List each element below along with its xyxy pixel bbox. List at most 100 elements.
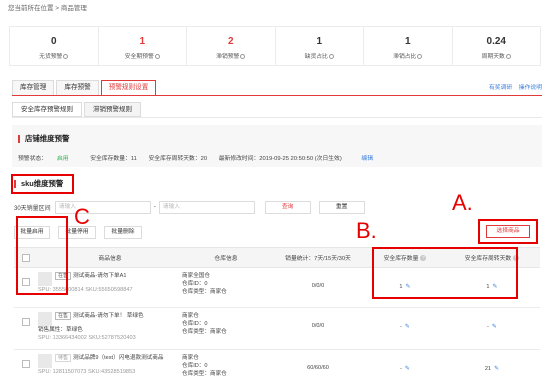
select-goods-button[interactable]: 选择商品 [486, 225, 530, 238]
status-tag: 待售 [55, 354, 72, 362]
warehouse-type: 仓库类型：商家仓 [182, 329, 227, 335]
search-button[interactable]: 查询 [264, 200, 311, 214]
sales-from-input[interactable]: 请输入 [54, 200, 151, 214]
stat-value: 1 [139, 36, 146, 47]
warehouse-id: 仓库ID：0 [182, 363, 208, 369]
stat-value: 1 [404, 36, 411, 47]
edit-pencil-icon[interactable]: ✎ [405, 366, 410, 372]
product-name[interactable]: 测试商品-请勿下单A1 [73, 273, 126, 279]
question-icon [505, 53, 511, 59]
table-row: 在售 测试商品-请勿下单！ 草绿色 销售属性：草绿色 SPU: 133664340… [14, 308, 540, 350]
annotation-c: C [74, 204, 90, 229]
shop-section-title: 店铺维度预警 [18, 135, 69, 143]
sales-filter: 30天销量区间 请输入 - 请输入 查询 重置 [14, 200, 365, 214]
annotation-a: A. [452, 190, 473, 215]
spu-code: SPU: 13366434002 [38, 335, 87, 341]
top-links: 有奖调研 操作说明 [484, 82, 542, 91]
turnover-value: - [487, 324, 489, 330]
tab-warning-rules[interactable]: 预警规则设置 [100, 80, 157, 95]
help-link[interactable]: 操作说明 [519, 85, 542, 91]
subtab-safety-stock[interactable]: 安全库存预警规则 [12, 102, 82, 117]
product-thumbnail [38, 354, 52, 368]
stat-label: 周期天数 [481, 54, 505, 60]
safety-stock-value: - [400, 324, 402, 330]
row-checkbox[interactable] [22, 360, 30, 368]
status-label: 预警状态： [18, 156, 47, 162]
stat-label: 滞销占比 [393, 54, 417, 60]
product-thumbnail [38, 312, 52, 326]
batch-delete-button[interactable]: 批量删除 [104, 226, 142, 239]
sales-attribute: 销售属性：草绿色 [38, 327, 83, 333]
safety-stock-value: 安全库存数量：11 [90, 156, 137, 162]
highlight-box-stock-columns [372, 247, 518, 299]
product-info: 待售 测试品牌9（test）闪电退款测试商品 SPU: 12811507073 S… [38, 350, 182, 384]
edit-pencil-icon[interactable]: ✎ [492, 324, 497, 330]
stat-value: 2 [227, 36, 234, 47]
survey-link[interactable]: 有奖调研 [489, 85, 512, 91]
sales-stats: 0/0/0 [311, 283, 325, 289]
question-icon [154, 53, 160, 59]
tab-inventory[interactable]: 库存管理 [12, 80, 55, 95]
safety-stock-value: - [400, 366, 402, 372]
question-icon [328, 53, 334, 59]
sales-stats: 0/0/0 [311, 323, 325, 329]
modified-time: 最新修改时间：2019-09-25 20:50:50 (次日生效) [218, 156, 342, 162]
safety-stock-cell: - ✎ [366, 350, 444, 384]
status-tag: 在售 [55, 312, 72, 320]
turnover-cell: - ✎ [444, 308, 540, 349]
stat-value: 1 [316, 36, 323, 47]
turnover-value: 安全库存周转天数：20 [148, 156, 208, 162]
tabs-divider [12, 95, 542, 96]
warehouse-name: 商家仓 [182, 355, 199, 361]
range-dash: - [153, 204, 156, 210]
stat-slow-ratio[interactable]: 1 滞销占比 [364, 27, 453, 65]
subtabs-divider [12, 117, 542, 118]
question-icon [240, 53, 246, 59]
safety-stock-cell: - ✎ [366, 308, 444, 349]
turnover-cell: 21 ✎ [444, 350, 540, 384]
table-row: 待售 测试品牌9（test）闪电退款测试商品 SPU: 12811507073 S… [14, 350, 540, 384]
tab-inventory-warning[interactable]: 库存预警 [56, 80, 99, 95]
sku-code: SKU:55650598847 [85, 287, 133, 293]
product-name[interactable]: 测试品牌9（test）闪电退款测试商品 [73, 355, 163, 361]
warehouse-info: 商家仓 仓库ID：0 仓库类型：商家仓 [182, 350, 270, 384]
stat-value: 0 [50, 36, 57, 47]
sales-to-input[interactable]: 请输入 [158, 200, 255, 214]
stat-cycle-days[interactable]: 0.24 周期天数 [453, 27, 541, 65]
edit-link[interactable]: 编辑 [361, 156, 373, 162]
question-icon [417, 53, 423, 59]
warehouse-info: 商家全国仓 仓库ID：0 仓库类型：商家仓 [182, 268, 270, 307]
main-tabs: 库存管理 库存预警 预警规则设置 [12, 80, 158, 95]
header-sales: 销量统计：7天/15天/30天 [285, 256, 351, 262]
warehouse-name: 商家全国仓 [182, 273, 210, 279]
stat-no-stock[interactable]: 0 无货预警 [10, 27, 99, 65]
stat-label: 安全期预警 [124, 54, 154, 60]
stat-label: 无货预警 [39, 54, 63, 60]
subtab-slow-selling[interactable]: 滞销预警规则 [84, 102, 141, 117]
warehouse-name: 商家仓 [182, 313, 199, 319]
stats-panel: 0 无货预警 1 安全期预警 2 滞销预警 1 缺货占比 1 滞销占比 0.24… [9, 26, 541, 66]
stat-safety-period[interactable]: 1 安全期预警 [99, 27, 187, 65]
edit-pencil-icon[interactable]: ✎ [494, 366, 499, 372]
warehouse-type: 仓库类型：商家仓 [182, 371, 227, 377]
shop-warning-panel: 店铺维度预警 预警状态： 启用 安全库存数量：11 安全库存周转天数：20 最新修… [12, 125, 542, 167]
warehouse-id: 仓库ID：0 [182, 321, 208, 327]
stat-slow-selling[interactable]: 2 滞销预警 [187, 27, 276, 65]
header-warehouse: 仓库信息 [214, 256, 238, 262]
warehouse-info: 商家仓 仓库ID：0 仓库类型：商家仓 [182, 308, 270, 349]
product-name[interactable]: 测试商品-请勿下单！ 草绿色 [73, 313, 144, 319]
stat-out-of-stock-ratio[interactable]: 1 缺货占比 [276, 27, 364, 65]
breadcrumb: 您当前所在位置 > 商品管理 [8, 5, 87, 12]
row-checkbox[interactable] [22, 318, 30, 326]
sales-stats: 60/60/60 [307, 365, 329, 371]
product-info: 在售 测试商品-请勿下单！ 草绿色 销售属性：草绿色 SPU: 133664340… [38, 308, 182, 349]
status-value: 启用 [57, 156, 69, 162]
edit-pencil-icon[interactable]: ✎ [405, 324, 410, 330]
warehouse-id: 仓库ID：0 [182, 281, 208, 287]
sku-code: SKU:52787520403 [88, 335, 136, 341]
stat-label: 缺货占比 [304, 54, 328, 60]
highlight-box-batch-checkbox [16, 216, 68, 295]
question-icon [63, 53, 69, 59]
reset-button[interactable]: 重置 [318, 200, 365, 214]
sub-tabs: 安全库存预警规则 滞销预警规则 [12, 102, 143, 117]
